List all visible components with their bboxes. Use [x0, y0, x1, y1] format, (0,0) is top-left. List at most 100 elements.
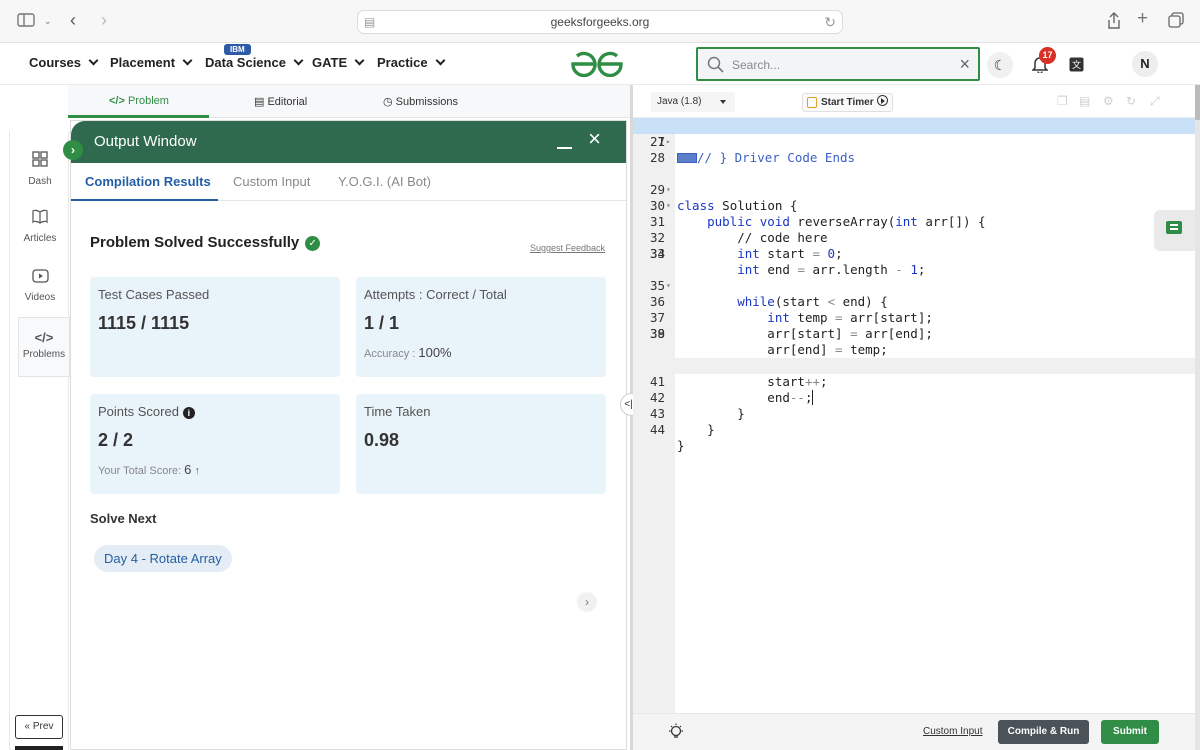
- new-tab-icon[interactable]: +: [1137, 9, 1148, 28]
- back-icon[interactable]: ‹: [70, 11, 76, 29]
- nav-gate-label: GATE: [312, 55, 348, 70]
- search-box[interactable]: Search... ×: [696, 47, 980, 81]
- time-label: Time Taken: [364, 404, 431, 419]
- search-input[interactable]: Search...: [732, 58, 780, 72]
- nav-gate[interactable]: GATE: [312, 55, 365, 70]
- scrollbar-thumb[interactable]: [1195, 85, 1200, 120]
- code-line: 39: [633, 326, 1195, 342]
- accuracy-value: 100%: [418, 345, 452, 360]
- close-icon[interactable]: ×: [588, 128, 601, 150]
- language-select[interactable]: Java (1.8): [651, 92, 735, 112]
- chevron-down-icon: [88, 55, 99, 66]
- code-line: 1 ▸ // } Driver Code Ends: [633, 118, 1195, 165]
- info-icon[interactable]: i: [182, 407, 195, 419]
- status-heading: Problem Solved Successfully ✓: [90, 234, 321, 251]
- tab-submissions-label: Submissions: [395, 96, 459, 108]
- tab-compilation-results[interactable]: Compilation Results: [85, 174, 211, 189]
- tab-submissions[interactable]: ◷ Submissions: [383, 95, 458, 108]
- code-line: 34: [633, 246, 1195, 262]
- video-icon: [10, 269, 70, 288]
- minimize-icon[interactable]: [557, 131, 572, 149]
- svg-text:文: 文: [1072, 59, 1081, 71]
- prev-label: Prev: [32, 721, 54, 732]
- clear-search-icon[interactable]: ×: [959, 54, 970, 75]
- page-scrollbar[interactable]: [1195, 85, 1200, 750]
- code-line: 35 ▾ while(start < end) {: [633, 262, 1195, 309]
- browser-toolbar: ⌄ ‹ › ▤ geeksforgeeks.org ↻ +: [0, 0, 1200, 43]
- code-line: 32 int start = 0;: [633, 214, 1195, 261]
- solve-next-heading: Solve Next: [90, 511, 157, 526]
- rail-item-problems[interactable]: </> Problems: [18, 317, 70, 377]
- line-number: 44: [649, 422, 665, 437]
- rail-item-articles[interactable]: Articles: [10, 209, 70, 244]
- line-number: 39: [649, 326, 665, 341]
- lightbulb-icon[interactable]: [668, 723, 684, 746]
- dark-mode-icon[interactable]: ☾: [987, 52, 1013, 78]
- tab-problem[interactable]: </> Problem: [109, 95, 169, 107]
- notification-count: 17: [1039, 47, 1056, 64]
- tabs-overview-icon[interactable]: [1168, 12, 1184, 32]
- rail-bottom-button[interactable]: [15, 746, 63, 750]
- tab-yogi-ai-bot[interactable]: Y.O.G.I. (AI Bot): [338, 174, 431, 189]
- code-editor[interactable]: 1 ▸ // } Driver Code Ends 27 28 29 ▾ class…: [633, 118, 1195, 713]
- code-text: }: [677, 438, 685, 453]
- reload-icon[interactable]: ↻: [824, 11, 836, 33]
- site-settings-icon[interactable]: ▤: [364, 11, 375, 33]
- share-icon[interactable]: [1107, 12, 1121, 33]
- sidebar-toggle-icon[interactable]: [17, 13, 35, 31]
- caret-down-icon: [720, 100, 726, 104]
- gfg-logo[interactable]: [571, 51, 623, 82]
- accuracy-label: Accuracy :: [364, 348, 416, 360]
- line-number: 34: [649, 246, 665, 261]
- rail-item-videos[interactable]: Videos: [10, 269, 70, 303]
- time-card: Time Taken 0.98: [356, 394, 606, 494]
- rail-articles-label: Articles: [23, 233, 57, 244]
- document-icon: ▤: [254, 96, 265, 108]
- code-line: 31 // code here: [633, 198, 1195, 245]
- nav-data-science[interactable]: Data Science: [205, 55, 304, 70]
- code-line: 42 }: [633, 374, 1195, 421]
- expand-icon[interactable]: ⤢: [1150, 94, 1160, 109]
- forward-icon[interactable]: ›: [101, 11, 107, 29]
- copy-icon[interactable]: ❐: [1057, 94, 1068, 108]
- avatar[interactable]: N: [1132, 51, 1158, 77]
- total-score-value: 6: [184, 462, 192, 477]
- tab-custom-input[interactable]: Custom Input: [233, 174, 310, 189]
- code-line: 29 ▾ class Solution {: [633, 166, 1195, 213]
- nav-courses[interactable]: Courses: [29, 55, 99, 70]
- status-text: Problem Solved Successfully: [90, 234, 300, 251]
- tab-editorial[interactable]: ▤ Editorial: [254, 95, 307, 108]
- nav-practice[interactable]: Practice: [377, 55, 446, 70]
- arrow-up-icon: ↑: [194, 465, 200, 477]
- code-line: 27: [633, 134, 1195, 150]
- chevron-down-icon: [293, 55, 304, 66]
- translate-icon[interactable]: 文: [1063, 52, 1089, 78]
- address-bar[interactable]: ▤ geeksforgeeks.org ↻: [357, 10, 843, 34]
- chevron-right-icon[interactable]: ›: [63, 140, 83, 160]
- refresh-icon[interactable]: ↻: [1126, 94, 1136, 108]
- double-chevron-left-icon: «: [24, 721, 31, 732]
- play-icon: [876, 95, 888, 106]
- problem-tabs: </> Problem ▤ Editorial ◷ Submissions: [68, 85, 630, 118]
- code-line: 30 ▾ public void reverseArray(int arr[]) …: [633, 182, 1195, 229]
- file-icon[interactable]: ▤: [1079, 94, 1090, 108]
- submit-button[interactable]: Submit: [1101, 720, 1159, 744]
- attempts-card: Attempts : Correct / Total 1 / 1 Accurac…: [356, 277, 606, 377]
- editor-toolbar: Java (1.8) Start Timer ❐ ▤ ⚙ ↻ ⤢: [633, 85, 1195, 118]
- rail-problems-label: Problems: [22, 349, 66, 360]
- custom-input-link[interactable]: Custom Input: [923, 726, 982, 737]
- gear-icon[interactable]: ⚙: [1103, 94, 1114, 108]
- rail-item-dash[interactable]: Dash: [10, 151, 70, 187]
- chevron-right-icon[interactable]: ›: [577, 592, 597, 612]
- suggest-feedback-link[interactable]: Suggest Feedback: [530, 243, 605, 253]
- start-timer-button[interactable]: Start Timer: [802, 93, 893, 112]
- start-timer-label: Start Timer: [821, 97, 874, 108]
- total-score-label: Your Total Score:: [98, 465, 182, 477]
- prev-button[interactable]: « Prev: [15, 715, 63, 739]
- next-problem-chip[interactable]: Day 4 - Rotate Array: [94, 545, 232, 572]
- chevron-down-icon[interactable]: ⌄: [44, 13, 52, 29]
- test-cases-value: 1115 / 1115: [98, 313, 190, 333]
- nav-placement[interactable]: Placement: [110, 55, 193, 70]
- compile-run-button[interactable]: Compile & Run: [998, 720, 1089, 744]
- chat-button[interactable]: [1154, 210, 1200, 251]
